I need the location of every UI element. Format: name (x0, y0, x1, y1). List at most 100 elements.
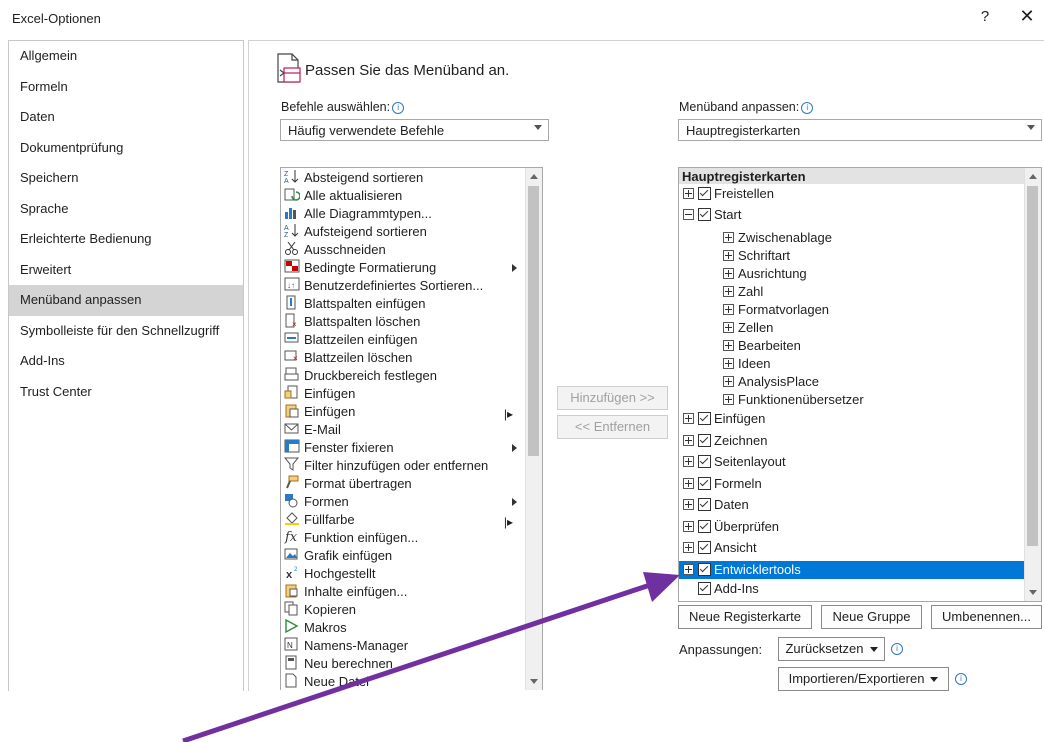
expand-icon[interactable] (723, 376, 734, 387)
checkbox[interactable] (698, 434, 711, 447)
tree-group-item[interactable]: Funktionenübersetzer (679, 391, 1024, 409)
command-item[interactable]: Alle aktualisieren (281, 187, 526, 205)
command-item[interactable]: Filter hinzufügen oder entfernen (281, 457, 526, 475)
expand-icon[interactable] (683, 188, 694, 199)
expand-icon[interactable] (683, 456, 694, 467)
command-item[interactable]: × Blattspalten löschen (281, 313, 526, 331)
command-item[interactable]: Neu berechnen (281, 655, 526, 673)
expand-icon[interactable] (723, 358, 734, 369)
ribbon-dropdown[interactable]: Hauptregisterkarten (678, 119, 1042, 141)
command-item[interactable]: Füllfarbe |▸ (281, 511, 526, 529)
command-item[interactable]: Einfügen (281, 385, 526, 403)
expand-icon[interactable] (683, 413, 694, 424)
tree-tab-item[interactable]: Zeichnen (679, 432, 1024, 450)
command-item[interactable]: Druckbereich festlegen (281, 367, 526, 385)
command-item[interactable]: fx Funktion einfügen... (281, 529, 526, 547)
expand-icon[interactable] (683, 435, 694, 446)
nav-item[interactable]: Add-Ins (9, 346, 243, 377)
tree-group-item[interactable]: Zahl (679, 283, 1024, 301)
scroll-up-icon[interactable] (530, 174, 538, 179)
commands-list[interactable]: Z A Absteigend sortieren Alle aktualisieren… (280, 167, 543, 690)
command-item[interactable]: Kopieren (281, 601, 526, 619)
remove-button[interactable]: << Entfernen (557, 415, 668, 439)
nav-item[interactable]: Trust Center (9, 377, 243, 408)
expand-icon[interactable] (723, 268, 734, 279)
collapse-icon[interactable] (683, 209, 694, 220)
expand-icon[interactable] (723, 394, 734, 405)
tree-group-item[interactable]: Zellen (679, 319, 1024, 337)
tree-group-item[interactable]: Zwischenablage (679, 229, 1024, 247)
tree-group-item[interactable]: AnalysisPlace (679, 373, 1024, 391)
expand-icon[interactable] (683, 521, 694, 532)
scroll-down-icon[interactable] (530, 679, 538, 684)
expand-icon[interactable] (723, 340, 734, 351)
command-item[interactable]: × Blattzeilen löschen (281, 349, 526, 367)
command-item[interactable]: Fenster fixieren (281, 439, 526, 457)
tree-tab-item[interactable]: Einfügen (679, 410, 1024, 428)
checkbox[interactable] (698, 541, 711, 554)
command-item[interactable]: Makros (281, 618, 526, 637)
nav-item[interactable]: Daten (9, 102, 243, 133)
nav-item[interactable]: Dokumentprüfung (9, 133, 243, 164)
info-icon[interactable]: i (891, 643, 903, 655)
tree-group-item[interactable]: Schriftart (679, 247, 1024, 265)
info-icon[interactable]: i (392, 102, 405, 114)
tree-tab-item[interactable]: Formeln (679, 475, 1024, 493)
tree-scrollbar[interactable] (1024, 168, 1041, 601)
scroll-thumb[interactable] (528, 186, 539, 456)
scroll-down-icon[interactable] (1029, 590, 1037, 595)
command-item[interactable]: Neue Datei (281, 673, 526, 690)
nav-item[interactable]: Formeln (9, 72, 243, 103)
new-group-button[interactable]: Neue Gruppe (821, 605, 922, 629)
new-tab-button[interactable]: Neue Registerkarte (678, 605, 812, 629)
expand-icon[interactable] (723, 304, 734, 315)
nav-item[interactable]: Speichern (9, 163, 243, 194)
tree-group-item[interactable]: Ausrichtung (679, 265, 1024, 283)
checkbox[interactable] (698, 520, 711, 533)
info-icon[interactable]: i (801, 102, 814, 114)
info-icon[interactable]: i (955, 673, 967, 685)
tree-tab-item[interactable]: Daten (679, 496, 1024, 514)
tree-tab-item[interactable]: Entwicklertools (679, 561, 1024, 579)
checkbox[interactable] (698, 582, 711, 595)
command-item[interactable]: Bedingte Formatierung (281, 259, 526, 277)
tree-tab-item[interactable]: Seitenlayout (679, 453, 1024, 471)
ribbon-tree[interactable]: Hauptregisterkarten Freistellen Start Zwis… (678, 167, 1042, 602)
tree-tab-item[interactable]: Überprüfen (679, 518, 1024, 536)
tree-group-item[interactable]: Bearbeiten (679, 337, 1024, 355)
checkbox[interactable] (698, 455, 711, 468)
expand-icon[interactable] (723, 286, 734, 297)
scroll-thumb[interactable] (1027, 186, 1038, 546)
nav-item[interactable]: Erweitert (9, 255, 243, 286)
rename-button[interactable]: Umbenennen... (931, 605, 1042, 629)
nav-item[interactable]: Sprache (9, 194, 243, 225)
checkbox[interactable] (698, 412, 711, 425)
nav-item[interactable]: Symbolleiste für den Schnellzugriff (9, 316, 243, 347)
command-item[interactable]: Blattzeilen einfügen (281, 331, 526, 349)
command-item[interactable]: N Namens-Manager (281, 637, 526, 655)
import-export-button[interactable]: Importieren/Exportieren (778, 667, 949, 691)
expand-icon[interactable] (683, 499, 694, 510)
checkbox[interactable] (698, 208, 711, 221)
expand-icon[interactable] (683, 564, 694, 575)
nav-item[interactable]: Menüband anpassen (9, 285, 243, 316)
command-item[interactable]: Format übertragen (281, 475, 526, 493)
expand-icon[interactable] (683, 542, 694, 553)
tree-tab-item[interactable]: Ansicht (679, 539, 1024, 557)
tree-tab-item[interactable]: Add-Ins (679, 580, 1024, 598)
expand-icon[interactable] (723, 232, 734, 243)
add-button[interactable]: Hinzufügen >> (557, 386, 668, 410)
tree-tab-item[interactable]: Freistellen (679, 185, 1024, 203)
command-item[interactable]: Z A Absteigend sortieren (281, 169, 526, 187)
help-button[interactable]: ? (975, 8, 995, 25)
tree-group-item[interactable]: Formatvorlagen (679, 301, 1024, 319)
command-item[interactable]: Ausschneiden (281, 241, 526, 259)
checkbox[interactable] (698, 498, 711, 511)
command-item[interactable]: Grafik einfügen (281, 547, 526, 565)
command-item[interactable]: Formen (281, 493, 526, 511)
nav-item[interactable]: Allgemein (9, 41, 243, 72)
close-button[interactable]: ✕ (1017, 6, 1037, 27)
command-item[interactable]: Einfügen |▸ (281, 403, 526, 421)
command-item[interactable]: Inhalte einfügen... (281, 583, 526, 601)
tree-tab-item[interactable]: Start (679, 206, 1024, 224)
